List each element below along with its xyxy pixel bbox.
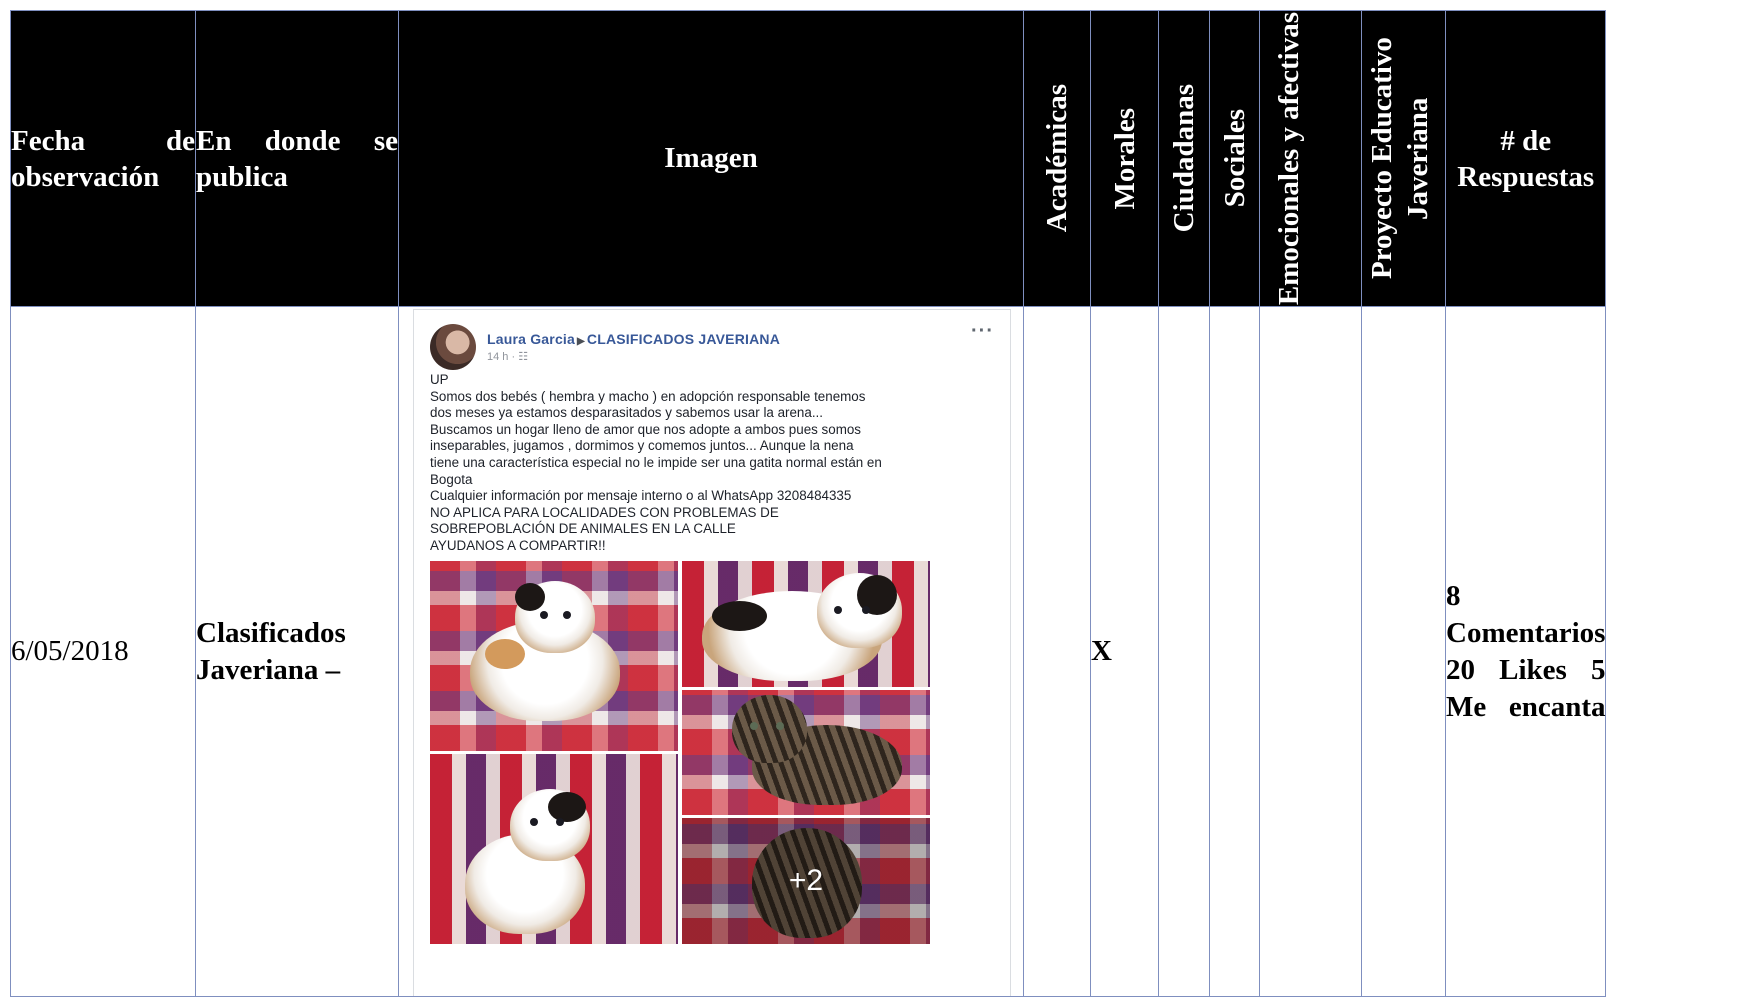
fur-patch [548, 792, 586, 822]
kitten-eye [530, 818, 538, 826]
post-time: 14 h · [487, 351, 516, 363]
post-author-block: Laura Garcia ▶ CLASIFICADOS JAVERIANA 14 h… [487, 324, 780, 363]
kitten-head [732, 695, 807, 763]
fur-patch [712, 601, 767, 631]
header-respuestas: # de Respuestas [1444, 10, 1607, 307]
cell-proyecto [1361, 306, 1446, 997]
header-ciudadanas-label: Ciudadanas [1168, 84, 1200, 233]
cell-ciudadanas [1158, 306, 1210, 997]
post-group: CLASIFICADOS JAVERIANA [586, 331, 781, 347]
header-proyecto-label: Proyecto Educativo Javeriana [1365, 37, 1434, 280]
cell-emocionales [1259, 306, 1362, 997]
header-morales-label: Morales [1108, 107, 1141, 210]
kitten-photo-1 [430, 561, 678, 751]
cell-respuestas: 8 Comentarios 20 Likes 5 Me encanta [1444, 306, 1607, 997]
header-emocionales: Emocionales y afectivas [1259, 10, 1362, 307]
header-academicas-label: Académicas [1041, 84, 1073, 233]
arrow-right-icon: ▶ [577, 336, 585, 347]
header-academicas: Académicas [1023, 10, 1091, 307]
kitten-photo-4 [430, 754, 678, 944]
header-morales: Morales [1090, 10, 1159, 307]
header-proyecto: Proyecto Educativo Javeriana [1361, 10, 1446, 307]
header-emocionales-label: Emocionales y afectivas [1272, 11, 1305, 306]
kitten-photo-5[interactable]: +2 [682, 818, 930, 944]
kitten-eye [750, 722, 758, 730]
header-row: Fecha de observación En donde se publica… [10, 10, 1607, 307]
cell-donde: Clasificados Javeriana – [195, 306, 399, 997]
audience-icon: ☷ [518, 351, 529, 363]
header-imagen: Imagen [398, 10, 1024, 307]
cell-sociales [1209, 306, 1260, 997]
post-author: Laura Garcia [487, 331, 575, 347]
header-donde: En donde se publica [195, 10, 399, 307]
cell-imagen: Laura Garcia ▶ CLASIFICADOS JAVERIANA 14 h… [398, 306, 1024, 997]
post-header: Laura Garcia ▶ CLASIFICADOS JAVERIANA 14 h… [430, 324, 780, 370]
kitten-photo-3 [682, 690, 930, 815]
observation-table: Fecha de observación En donde se publica… [10, 10, 1607, 997]
kitten-eye [834, 606, 842, 614]
photo-grid: +2 [430, 561, 990, 996]
avatar [430, 324, 476, 370]
cell-morales: X [1090, 306, 1159, 997]
post-author-line: Laura Garcia ▶ CLASIFICADOS JAVERIANA [487, 331, 780, 347]
fur-patch [485, 639, 525, 669]
table-row: 6/05/2018 Clasificados Javeriana – Laura… [10, 306, 1607, 997]
header-fecha: Fecha de observación [10, 10, 196, 307]
post-text: UP Somos dos bebés ( hembra y macho ) en… [430, 372, 882, 553]
more-photos-overlay[interactable]: +2 [682, 818, 930, 944]
fur-patch [515, 583, 545, 611]
cell-academicas [1023, 306, 1091, 997]
kitten-eye [862, 606, 870, 614]
post-meta: 14 h · ☷ [487, 350, 780, 363]
header-sociales: Sociales [1209, 10, 1260, 307]
kitten-eye [556, 818, 564, 826]
cell-fecha: 6/05/2018 [10, 306, 196, 997]
header-sociales-label: Sociales [1218, 109, 1251, 208]
kitten-eye [563, 611, 571, 619]
kitten-eye [776, 722, 784, 730]
kitten-eye [540, 611, 548, 619]
facebook-post-screenshot: Laura Garcia ▶ CLASIFICADOS JAVERIANA 14 h… [413, 309, 1011, 996]
kitten-photo-2 [682, 561, 930, 687]
header-ciudadanas: Ciudadanas [1158, 10, 1210, 307]
ellipsis-icon: ··· [971, 320, 994, 342]
